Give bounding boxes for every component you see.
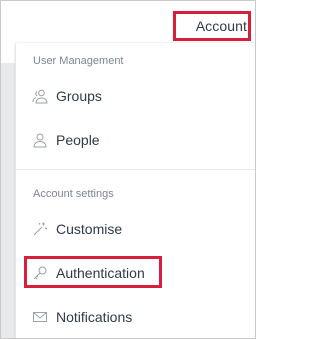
menu-item-people[interactable]: People: [16, 125, 255, 155]
menu-item-label-customise: Customise: [56, 221, 123, 237]
menu-item-label-people: People: [56, 132, 100, 148]
menu-item-authentication[interactable]: Authentication: [16, 258, 255, 288]
menu-item-label-groups: Groups: [56, 88, 102, 104]
menu-divider: [16, 169, 255, 170]
account-dropdown-menu: User Management Groups People Account se…: [16, 43, 255, 338]
menu-item-label-authentication: Authentication: [56, 265, 145, 281]
menu-item-customise[interactable]: Customise: [16, 214, 255, 244]
section-header-account-settings: Account settings: [33, 188, 114, 200]
envelope-icon: [32, 309, 48, 325]
account-label: Account: [195, 18, 247, 34]
menu-item-notifications[interactable]: Notifications: [16, 302, 255, 332]
key-icon: [32, 265, 48, 281]
section-header-user-management: User Management: [33, 55, 124, 67]
magic-wand-icon: [32, 221, 48, 237]
screenshot-frame: Account User Management Groups People Ac…: [0, 0, 256, 339]
person-icon: [32, 132, 48, 148]
background-panel: [1, 63, 15, 338]
groups-icon: [32, 88, 48, 104]
menu-item-groups[interactable]: Groups: [16, 81, 255, 111]
menu-item-label-notifications: Notifications: [56, 309, 133, 325]
account-menu-button[interactable]: Account: [173, 11, 251, 41]
